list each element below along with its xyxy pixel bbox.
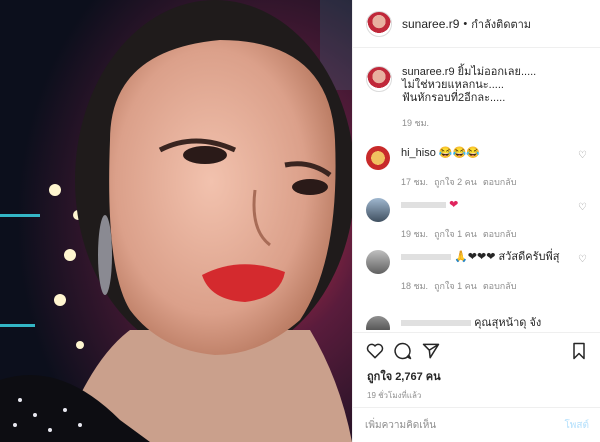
comment: ❤ 19 ชม. ถูกใจ 1 คน ตอบกลับ ♡ [366, 198, 591, 241]
post-sidebar: sunaree.r9 • กำลังติดตาม sunaree.r9 ยิ้ม… [352, 0, 600, 442]
reply-link[interactable]: ตอบกลับ [483, 177, 517, 187]
comment: 🙏❤❤❤ สวัสดีครับพี่สุ 18 ชม. ถูกใจ 1 คน ตอบ… [366, 250, 591, 293]
bookmark-icon[interactable] [569, 341, 589, 361]
reply-link[interactable]: ตอบกลับ [483, 229, 517, 239]
reply-link[interactable]: ตอบกลับ [483, 281, 517, 291]
commenter-avatar[interactable] [366, 250, 390, 274]
blurred-username [401, 254, 451, 261]
comment-likes[interactable]: ถูกใจ 1 คน [434, 229, 477, 239]
add-comment-bar: เพิ่มความคิดเห็น โพสต์ [353, 407, 600, 442]
post-header: sunaree.r9 • กำลังติดตาม [353, 0, 600, 48]
like-comment-icon[interactable]: ♡ [578, 150, 587, 161]
share-icon[interactable] [421, 341, 441, 361]
comment-text: 🙏❤❤❤ สวัสดีครับพี่สุ [454, 251, 560, 263]
posted-time: 19 ชั่วโมงที่แล้ว [367, 391, 422, 400]
post-actions: ถูกใจ 2,767 คน 19 ชั่วโมงที่แล้ว [353, 332, 600, 402]
caption-line-3: ฟันหักรอบที่2อีกละ..... [402, 92, 506, 104]
caption-line-2: ไม่ใช่หวยแหลกนะ..... [402, 79, 504, 91]
comment-text: ❤ [449, 199, 459, 211]
commenter-avatar[interactable] [366, 146, 390, 170]
like-comment-icon[interactable]: ♡ [578, 202, 587, 213]
caption-line-1: ยิ้มไม่ออกเลย..... [457, 66, 537, 78]
comment-time: 17 ชม. [401, 177, 429, 187]
comment-text: 😂😂😂 [438, 147, 481, 159]
post-photo[interactable] [0, 0, 352, 442]
user-avatar[interactable] [366, 10, 392, 37]
caption: sunaree.r9 ยิ้มไม่ออกเลย..... ไม่ใช่หวยแ… [366, 66, 588, 130]
comment-likes[interactable]: ถูกใจ 1 คน [434, 281, 477, 291]
post-comment-button[interactable]: โพสต์ [564, 418, 589, 433]
commenter-avatar[interactable] [366, 316, 390, 330]
following-button[interactable]: กำลังติดตาม [471, 15, 531, 33]
comment-time: 19 ชม. [401, 229, 429, 239]
blurred-username [401, 202, 446, 209]
comment-likes[interactable]: ถูกใจ 2 คน [434, 177, 477, 187]
like-count[interactable]: ถูกใจ 2,767 คน [353, 361, 600, 385]
portrait-image [0, 0, 352, 442]
blurred-username [401, 320, 471, 327]
comment-username[interactable]: hi_hiso [401, 147, 436, 159]
like-comment-icon[interactable]: ♡ [578, 254, 587, 265]
caption-username[interactable]: sunaree.r9 [402, 66, 455, 78]
comment: hi_hiso 😂😂😂 17 ชม. ถูกใจ 2 คน ตอบกลับ ♡ [366, 146, 591, 189]
like-heart-icon[interactable] [365, 341, 385, 361]
comment: คุณสุหน้าดุ จัง [366, 316, 591, 330]
comment-input[interactable]: เพิ่มความคิดเห็น [365, 418, 436, 433]
comment-text: คุณสุหน้าดุ จัง [474, 317, 542, 329]
caption-time: 19 ชม. [402, 118, 430, 128]
comment-bubble-icon[interactable] [393, 341, 413, 361]
separator-dot: • [463, 17, 468, 30]
caption-avatar[interactable] [366, 66, 392, 92]
comment-time: 18 ชม. [401, 281, 429, 291]
header-username[interactable]: sunaree.r9 [402, 17, 459, 31]
commenter-avatar[interactable] [366, 198, 390, 222]
